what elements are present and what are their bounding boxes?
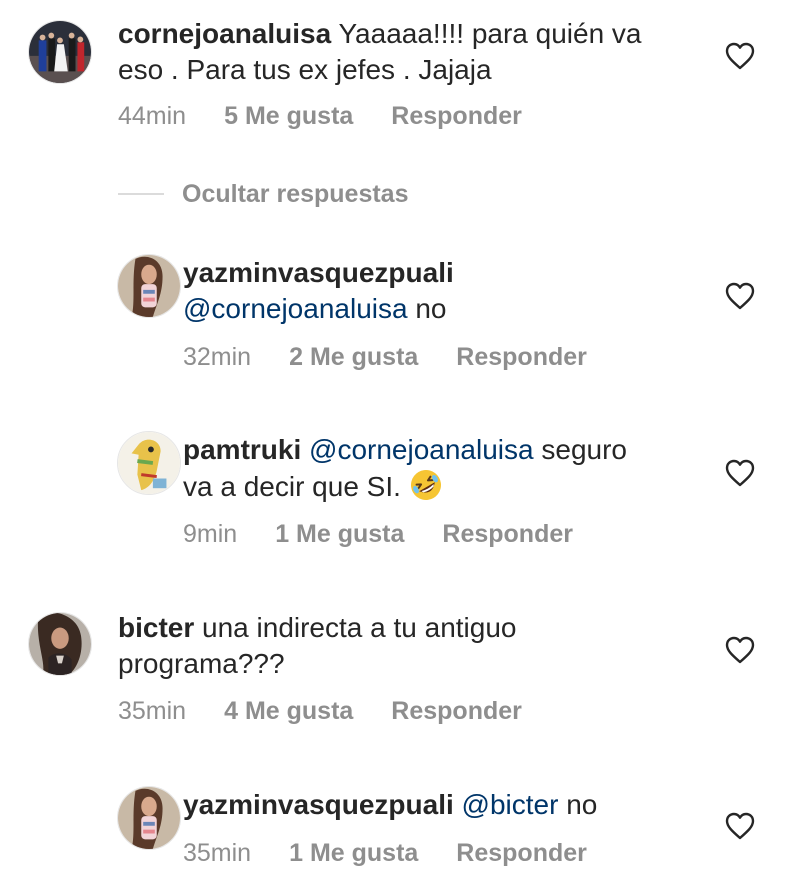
comment-username[interactable]: bicter xyxy=(118,612,194,643)
reply-button[interactable]: Responder xyxy=(442,519,573,549)
likes-count[interactable]: 4 Me gusta xyxy=(224,696,353,726)
reply-text: pamtruki @cornejoanaluisa seguro va a de… xyxy=(183,432,743,505)
reply-body: no xyxy=(558,789,598,820)
comment-time: 44min xyxy=(118,102,187,130)
heart-icon[interactable] xyxy=(725,812,755,840)
heart-icon[interactable] xyxy=(725,636,755,664)
comment-username[interactable]: cornejoanaluisa xyxy=(118,18,331,49)
likes-count[interactable]: 5 Me gusta xyxy=(224,101,353,131)
reply-button[interactable]: Responder xyxy=(456,342,587,372)
comment-text: cornejoanaluisa Yaaaaa!!!! para quién va… xyxy=(118,16,678,88)
avatar-image xyxy=(118,787,180,849)
mention-link[interactable]: @bicter xyxy=(462,789,559,820)
reply-username[interactable]: yazminvasquezpuali xyxy=(183,257,454,288)
reply-text: yazminvasquezpuali @cornejoanaluisa no xyxy=(183,255,743,327)
comment-time: 35min xyxy=(118,697,187,725)
reply-body-line2: va a decir que SI. xyxy=(183,471,409,502)
hide-replies-divider xyxy=(118,193,164,195)
avatar[interactable] xyxy=(28,20,92,84)
avatar-image xyxy=(118,255,180,317)
comment-body-line2: programa??? xyxy=(118,648,285,679)
reply-username[interactable]: pamtruki xyxy=(183,434,301,465)
avatar[interactable] xyxy=(117,786,181,850)
avatar-image xyxy=(118,432,180,494)
comment-meta: 35min 4 Me gusta Responder xyxy=(118,696,522,726)
reply-meta: 35min 1 Me gusta Responder xyxy=(183,838,587,868)
comment-body: Yaaaaa!!!! para quién va xyxy=(331,18,642,49)
comment-text: bicter una indirecta a tu antiguo progra… xyxy=(118,610,678,682)
likes-count[interactable]: 1 Me gusta xyxy=(275,519,404,549)
hide-replies-label[interactable]: Ocultar respuestas xyxy=(182,178,409,210)
reply-meta: 32min 2 Me gusta Responder xyxy=(183,342,587,372)
reply-time: 35min xyxy=(183,839,252,867)
comment-body: una indirecta a tu antiguo xyxy=(194,612,517,643)
heart-icon[interactable] xyxy=(725,42,755,70)
rolling-on-floor-laughing-emoji xyxy=(409,468,443,502)
reply-time: 32min xyxy=(183,343,252,371)
reply-time: 9min xyxy=(183,520,238,548)
comment-meta: 44min 5 Me gusta Responder xyxy=(118,101,522,131)
reply-username[interactable]: yazminvasquezpuali xyxy=(183,789,454,820)
reply-text: yazminvasquezpuali @bicter no xyxy=(183,787,743,823)
heart-icon[interactable] xyxy=(725,282,755,310)
mention-link[interactable]: @cornejoanaluisa xyxy=(183,293,408,324)
reply-body: no xyxy=(407,293,447,324)
reply-button[interactable]: Responder xyxy=(456,838,587,868)
reply-body: seguro xyxy=(533,434,627,465)
mention-link[interactable]: @cornejoanaluisa xyxy=(309,434,534,465)
avatar[interactable] xyxy=(117,431,181,495)
avatar-image xyxy=(29,21,91,83)
reply-button[interactable]: Responder xyxy=(391,101,522,131)
reply-button[interactable]: Responder xyxy=(391,696,522,726)
likes-count[interactable]: 1 Me gusta xyxy=(289,838,418,868)
avatar-image xyxy=(29,613,91,675)
likes-count[interactable]: 2 Me gusta xyxy=(289,342,418,372)
heart-icon[interactable] xyxy=(725,459,755,487)
avatar[interactable] xyxy=(117,254,181,318)
reply-meta: 9min 1 Me gusta Responder xyxy=(183,519,573,549)
avatar[interactable] xyxy=(28,612,92,676)
comment-body-line2: eso . Para tus ex jefes . Jajaja xyxy=(118,54,492,85)
